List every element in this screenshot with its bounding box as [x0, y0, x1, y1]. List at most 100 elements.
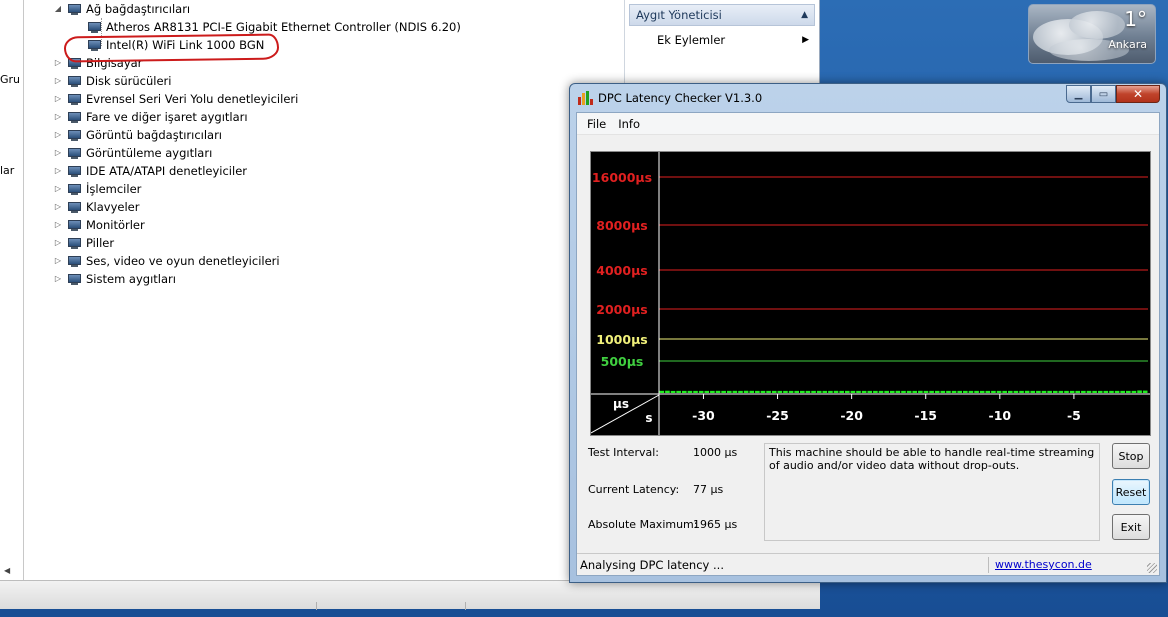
- latency-bar: [1114, 390, 1120, 393]
- latency-bar: [816, 390, 822, 393]
- display-adapter-icon: [67, 128, 83, 142]
- tree-item[interactable]: ▷ Evrensel Seri Veri Yolu denetleyicileri: [52, 90, 298, 108]
- latency-bar: [681, 390, 687, 393]
- x-unit-label: s: [645, 411, 652, 425]
- resize-grip-icon[interactable]: [1147, 563, 1157, 573]
- tree-item[interactable]: ▷ Piller: [52, 234, 114, 252]
- latency-bar: [788, 390, 794, 393]
- y-tick-label: 1000µs: [596, 332, 647, 347]
- collapse-up-icon[interactable]: ▲: [801, 10, 808, 20]
- latency-bar: [766, 390, 771, 393]
- expand-triangle-icon[interactable]: ▷: [52, 180, 64, 198]
- latency-bar: [1047, 390, 1052, 393]
- expand-triangle-icon[interactable]: ▷: [52, 270, 64, 288]
- speaker-icon: [67, 254, 83, 268]
- expand-triangle-icon[interactable]: ▷: [52, 216, 64, 234]
- latency-bar: [951, 390, 957, 393]
- latency-bar: [738, 390, 743, 393]
- tree-item[interactable]: ▷ Görüntü bağdaştırıcıları: [52, 126, 222, 144]
- status-separator: [988, 557, 989, 573]
- processor-icon: [67, 182, 83, 196]
- expand-triangle-icon[interactable]: ▷: [52, 72, 64, 90]
- latency-bar: [1052, 390, 1058, 393]
- dpc-status-bar: Analysing DPC latency ... www.thesycon.d…: [577, 553, 1159, 575]
- latency-bar: [828, 390, 833, 393]
- scroll-left-arrow-icon[interactable]: ◀: [4, 566, 10, 575]
- menu-file[interactable]: File: [581, 117, 612, 131]
- title-bar[interactable]: DPC Latency Checker V1.3.0 ▁ ▭ ✕: [570, 84, 1166, 112]
- expand-triangle-icon[interactable]: ▷: [52, 198, 64, 216]
- latency-bar: [923, 390, 929, 393]
- latency-bar: [979, 390, 985, 393]
- tree-item[interactable]: ▷ Klavyeler: [52, 198, 140, 216]
- stop-button[interactable]: Stop: [1112, 443, 1150, 469]
- disk-drive-icon: [67, 74, 83, 88]
- highlight-annotation: [63, 33, 280, 63]
- latency-bar: [1036, 390, 1041, 393]
- expand-triangle-icon[interactable]: ▷: [52, 162, 64, 180]
- tree-item[interactable]: ▷ Sistem aygıtları: [52, 270, 176, 288]
- latency-bar: [1086, 390, 1092, 393]
- expand-triangle-icon[interactable]: ▷: [52, 126, 64, 144]
- more-actions-item[interactable]: Ek Eylemler ▶: [629, 30, 815, 50]
- tree-item[interactable]: ◢ Ağ bağdaştırıcıları: [52, 0, 190, 18]
- tree-item-label: Görüntü bağdaştırıcıları: [86, 128, 223, 142]
- maximize-button[interactable]: ▭: [1091, 85, 1116, 103]
- expand-triangle-icon[interactable]: ▷: [52, 252, 64, 270]
- tree-item-label: Ağ bağdaştırıcıları: [86, 2, 191, 16]
- tree-item[interactable]: ▷ Fare ve diğer işaret aygıtları: [52, 108, 248, 126]
- system-device-icon: [67, 272, 83, 286]
- latency-chart: 16000µs 8000µs 4000µs 2000µs 1000µs 500µs µs s -…: [590, 151, 1151, 436]
- x-tick-label: -20: [840, 408, 863, 423]
- tree-item[interactable]: ▷ IDE ATA/ATAPI denetleyiciler: [52, 162, 247, 180]
- menu-info[interactable]: Info: [612, 117, 646, 131]
- window-controls: ▁ ▭ ✕: [1066, 85, 1160, 103]
- latency-bar: [867, 390, 873, 393]
- collapse-triangle-icon[interactable]: ◢: [52, 0, 64, 18]
- weather-gadget[interactable]: 1° Ankara: [1028, 4, 1156, 64]
- tree-item[interactable]: ▷ İşlemciler: [52, 180, 141, 198]
- expand-triangle-icon[interactable]: ▷: [52, 234, 64, 252]
- expand-triangle-icon[interactable]: ▷: [52, 144, 64, 162]
- reset-button[interactable]: Reset: [1112, 479, 1150, 505]
- close-button[interactable]: ✕: [1116, 85, 1160, 103]
- latency-bar: [895, 390, 901, 393]
- expand-triangle-icon[interactable]: ▷: [52, 90, 64, 108]
- tree-item[interactable]: ▷ Disk sürücüleri: [52, 72, 172, 90]
- current-latency-value: 77 µs: [693, 483, 724, 496]
- y-unit-label: µs: [613, 397, 629, 411]
- latency-bar: [929, 390, 934, 393]
- latency-bar: [811, 390, 816, 393]
- latency-bar: [676, 390, 681, 393]
- latency-bar: [1081, 390, 1086, 393]
- cloud-icon: [1069, 11, 1125, 39]
- latency-bar: [698, 390, 704, 393]
- tree-item[interactable]: ▷ Görüntüleme aygıtları: [52, 144, 212, 162]
- actions-header[interactable]: Aygıt Yöneticisi ▲: [629, 4, 815, 26]
- latency-bar: [963, 390, 968, 393]
- expand-triangle-icon[interactable]: ▷: [52, 54, 64, 72]
- latency-bar: [721, 390, 726, 393]
- latency-bar: [1041, 390, 1047, 393]
- mouse-icon: [67, 110, 83, 124]
- latency-bar: [771, 390, 777, 393]
- latency-bar: [934, 390, 940, 393]
- latency-bar: [755, 390, 760, 393]
- y-tick-label: 16000µs: [592, 170, 652, 185]
- latency-bar: [1069, 390, 1075, 393]
- left-pane-edge: Gru lar ◀: [0, 0, 24, 580]
- tree-item[interactable]: ▷ Monitörler: [52, 216, 145, 234]
- latency-bar: [783, 390, 788, 393]
- minimize-button[interactable]: ▁: [1066, 85, 1091, 103]
- latency-bar: [749, 390, 755, 393]
- exit-button[interactable]: Exit: [1112, 514, 1150, 540]
- latency-bar: [884, 390, 889, 393]
- website-link[interactable]: www.thesycon.de: [995, 558, 1092, 571]
- latency-bar: [693, 390, 698, 393]
- test-interval-value: 1000 µs: [693, 446, 738, 459]
- latency-bar: [1075, 390, 1081, 393]
- latency-bar: [760, 390, 766, 393]
- tree-item[interactable]: ▷ Ses, video ve oyun denetleyicileri: [52, 252, 280, 270]
- latency-bar: [777, 390, 783, 393]
- expand-triangle-icon[interactable]: ▷: [52, 108, 64, 126]
